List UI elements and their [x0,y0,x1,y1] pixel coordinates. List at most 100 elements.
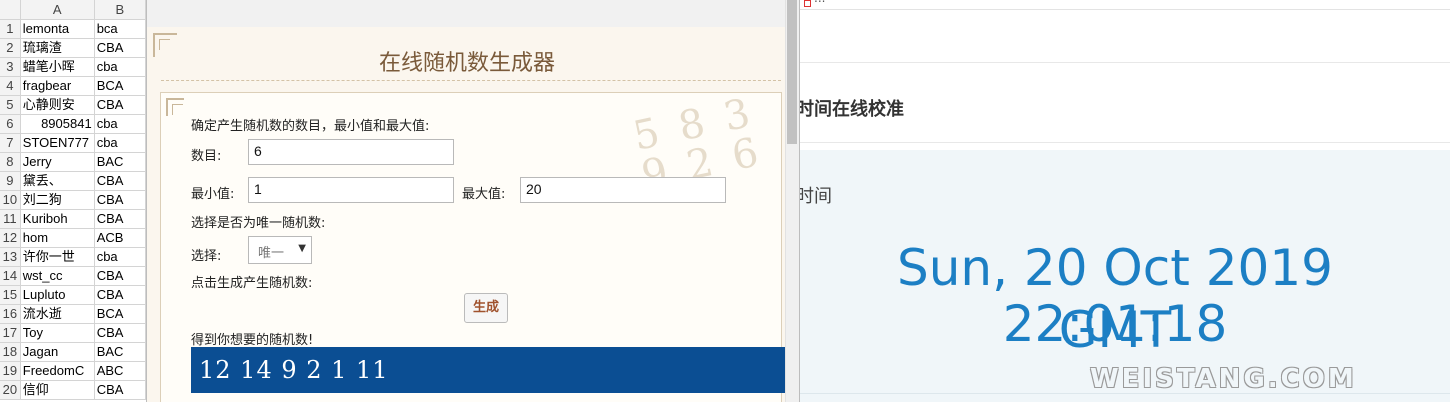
row-number[interactable]: 6 [0,114,21,134]
sheet-row: 17 Toy CBA [0,323,146,343]
cell-b[interactable]: CBA [94,38,146,58]
spreadsheet: A B 1 lemonta bca 2 琉璃渣 CBA 3 蜡笔小晖 cba 4 fragbear B… [0,0,146,402]
cell-b[interactable]: CBA [94,190,146,210]
cell-a[interactable]: 心静则安 [20,95,95,115]
row-number[interactable]: 10 [0,190,21,210]
cell-a[interactable]: 蜡笔小晖 [20,57,95,77]
unique-select[interactable]: 唯一 ▼ [248,236,312,264]
row-number[interactable]: 14 [0,266,21,286]
numbers-decoration-icon: 5 8 3 9 2 6 [629,92,767,200]
cell-b[interactable]: cba [94,57,146,77]
time-label: 时间 [800,186,832,207]
result-output: 12 14 9 2 1 11 [191,347,785,393]
row-number[interactable]: 16 [0,304,21,324]
scrollbar-thumb[interactable] [787,0,797,144]
cell-a[interactable]: Lupluto [20,285,95,305]
cell-b[interactable]: ABC [94,361,146,381]
chevron-down-icon: ▼ [298,243,306,254]
cell-b[interactable]: BAC [94,342,146,362]
cell-a[interactable]: hom [20,228,95,248]
title-divider [161,80,781,81]
cell-b[interactable]: BCA [94,76,146,96]
cell-a[interactable]: 黛丢、 [20,171,95,191]
cell-a[interactable]: 信仰 [20,380,95,400]
column-header-a[interactable]: A [20,0,95,20]
sheet-row: 14 wst_cc CBA [0,266,146,286]
url-fragment[interactable]: ... [814,0,825,5]
max-input[interactable]: 20 [520,177,726,203]
cell-b[interactable]: CBA [94,380,146,400]
count-input[interactable]: 6 [248,139,454,165]
cell-b[interactable]: CBA [94,171,146,191]
section-divider [800,142,1450,143]
min-label: 最小值: [191,187,235,202]
row-number[interactable]: 4 [0,76,21,96]
sheet-row: 11 Kuriboh CBA [0,209,146,229]
window-top-bar [147,0,787,27]
cell-b[interactable]: BAC [94,152,146,172]
cell-a[interactable]: 流水逝 [20,304,95,324]
cell-a[interactable]: 刘二狗 [20,190,95,210]
row-number[interactable]: 3 [0,57,21,77]
row-number[interactable]: 17 [0,323,21,343]
site-favicon-icon [804,0,811,7]
generator-panel: 在线随机数生成器 5 8 3 9 2 6 确定产生随机数的数目，最小值和最大值:… [147,27,787,402]
cell-a[interactable]: STOEN777 [20,133,95,153]
sheet-grid: A B 1 lemonta bca 2 琉璃渣 CBA 3 蜡笔小晖 cba 4 fragbear B… [0,0,146,400]
cell-a[interactable]: Jagan [20,342,95,362]
sheet-row: 19 FreedomC ABC [0,361,146,381]
cell-a[interactable]: FreedomC [20,361,95,381]
timezone-display: GMT [1058,301,1172,359]
row-number[interactable]: 11 [0,209,21,229]
row-number[interactable]: 7 [0,133,21,153]
cell-a[interactable]: 8905841 [20,114,95,134]
cell-a[interactable]: Toy [20,323,95,343]
cell-b[interactable]: CBA [94,209,146,229]
cell-b[interactable]: CBA [94,323,146,343]
count-label: 数目: [191,149,222,164]
cell-a[interactable]: wst_cc [20,266,95,286]
generate-button[interactable]: 生成 [464,293,508,323]
sheet-row: 2 琉璃渣 CBA [0,38,146,58]
row-number[interactable]: 12 [0,228,21,248]
row-number[interactable]: 18 [0,342,21,362]
cell-a[interactable]: 许你一世 [20,247,95,267]
column-header-b[interactable]: B [94,0,146,20]
cell-a[interactable]: Kuriboh [20,209,95,229]
sheet-row: 6 8905841 cba [0,114,146,134]
row-number[interactable]: 19 [0,361,21,381]
row-number[interactable]: 5 [0,95,21,115]
sheet-row: 4 fragbear BCA [0,76,146,96]
row-number[interactable]: 13 [0,247,21,267]
cell-a[interactable]: Jerry [20,152,95,172]
row-number[interactable]: 20 [0,380,21,400]
sheet-row: 10 刘二狗 CBA [0,190,146,210]
cell-a[interactable]: 琉璃渣 [20,38,95,58]
row-number[interactable]: 1 [0,19,21,39]
cell-b[interactable]: ACB [94,228,146,248]
cell-b[interactable]: cba [94,133,146,153]
row-number[interactable]: 9 [0,171,21,191]
select-all-corner[interactable] [0,0,21,20]
unique-select-value: 唯一 [258,246,285,261]
random-generator-window: 在线随机数生成器 5 8 3 9 2 6 确定产生随机数的数目，最小值和最大值:… [146,0,800,402]
cell-b[interactable]: BCA [94,304,146,324]
cell-b[interactable]: cba [94,114,146,134]
min-input[interactable]: 1 [248,177,454,203]
cell-b[interactable]: CBA [94,266,146,286]
row-number[interactable]: 8 [0,152,21,172]
cell-a[interactable]: lemonta [20,19,95,39]
cell-b[interactable]: CBA [94,95,146,115]
watermark-logo: WEISTANG.COM [1090,364,1357,394]
cell-a[interactable]: fragbear [20,76,95,96]
sheet-row: 13 许你一世 cba [0,247,146,267]
row-number[interactable]: 2 [0,38,21,58]
page-title: 在线随机数生成器 [378,51,555,76]
cell-b[interactable]: bca [94,19,146,39]
window-scrollbar[interactable] [785,0,799,402]
sheet-row: 7 STOEN777 cba [0,133,146,153]
sheet-row: 3 蜡笔小晖 cba [0,57,146,77]
row-number[interactable]: 15 [0,285,21,305]
cell-b[interactable]: cba [94,247,146,267]
cell-b[interactable]: CBA [94,285,146,305]
